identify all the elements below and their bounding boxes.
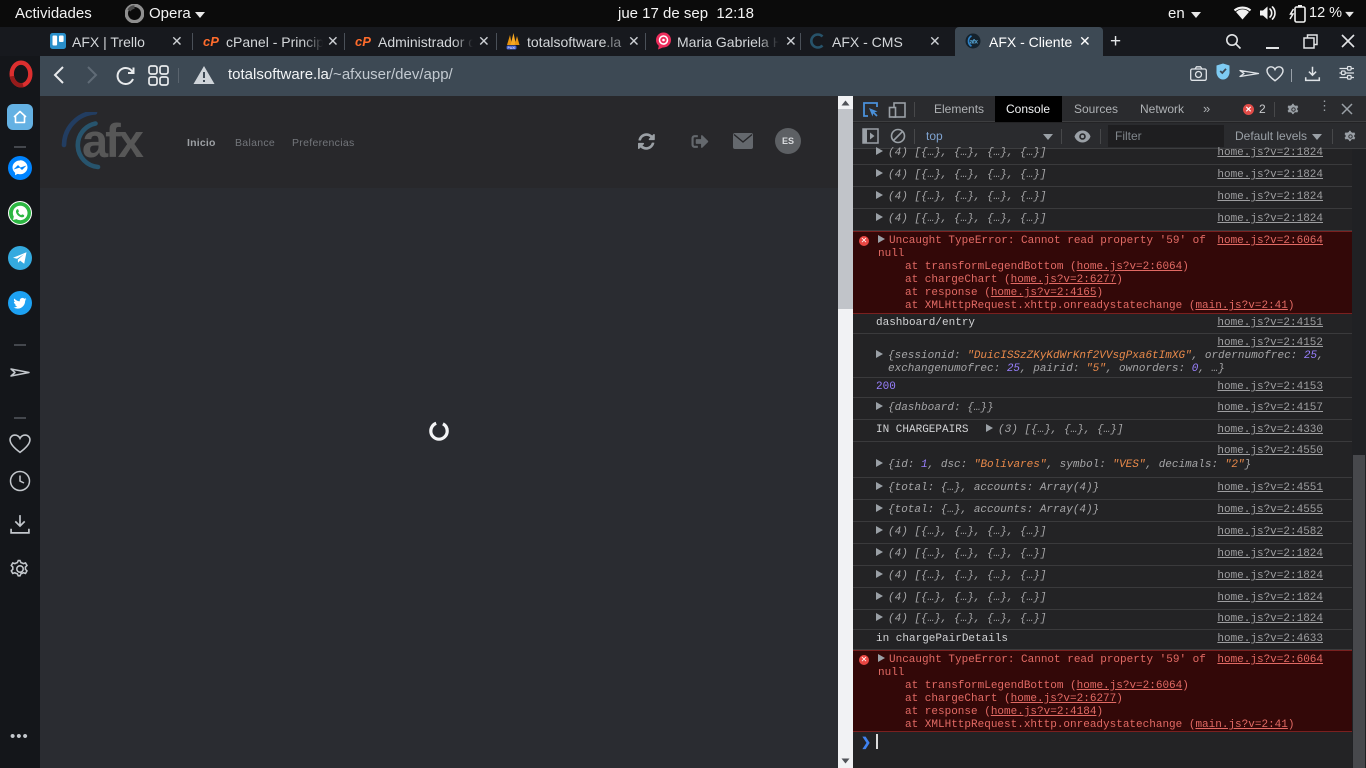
svg-text:afx: afx	[82, 114, 144, 167]
svg-text:afx: afx	[970, 39, 979, 46]
svg-text:PAXI: PAXI	[508, 46, 516, 50]
